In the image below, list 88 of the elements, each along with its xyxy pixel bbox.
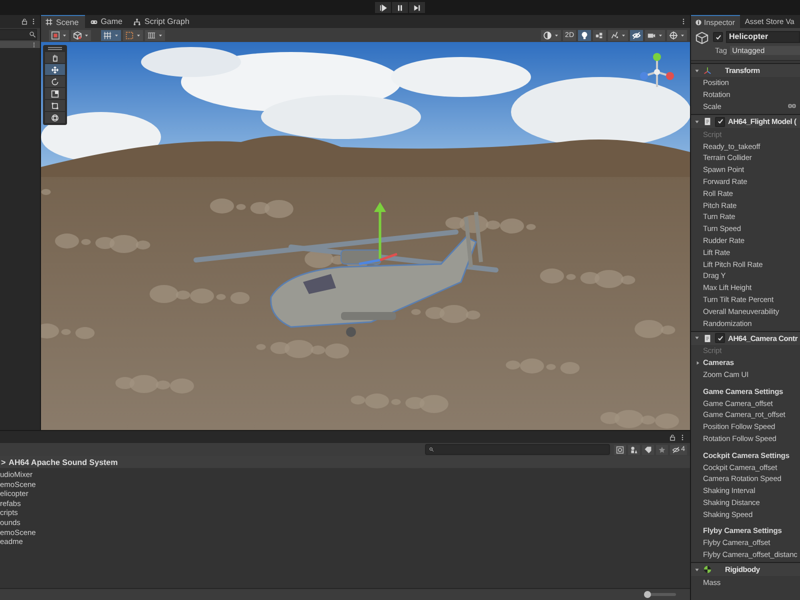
script-file-icon [703, 117, 712, 126]
lock-icon [669, 434, 676, 440]
search-field[interactable] [425, 444, 610, 455]
active-checkbox[interactable] [713, 32, 723, 42]
save-search-icon [616, 446, 624, 454]
caret-icon [84, 32, 89, 38]
eye-slash-icon [672, 446, 680, 454]
move-arrows-icon [51, 66, 59, 74]
gamepad-icon [90, 18, 98, 26]
caret-icon [680, 32, 685, 38]
play-icon [379, 4, 387, 12]
menu-icon [679, 434, 686, 440]
name-field[interactable]: Helicopter [726, 31, 800, 43]
transform-tool-icon [51, 114, 59, 122]
menu-icon [30, 18, 37, 25]
caret-icon [114, 32, 119, 38]
scale-icon [51, 90, 59, 98]
effects-icon [610, 30, 619, 40]
caret-icon [136, 32, 141, 38]
toolbar-button[interactable] [593, 30, 606, 40]
rigidbody-icon [703, 565, 712, 574]
play-button[interactable] [375, 2, 391, 13]
toolbar-button[interactable] [667, 30, 687, 40]
toolbar-button[interactable] [630, 30, 643, 40]
caret-icon [621, 32, 626, 38]
tool-button[interactable] [45, 100, 65, 111]
tool-button[interactable] [45, 64, 65, 75]
pause-button[interactable] [392, 2, 408, 13]
toolbar-button[interactable] [608, 30, 628, 40]
rect-tool-icon [51, 102, 59, 110]
grid-icon [45, 18, 53, 26]
axes-icon [703, 66, 712, 75]
toolbar-button[interactable] [101, 30, 121, 40]
search-icon [429, 447, 434, 452]
toolbar-button[interactable] [541, 30, 562, 40]
breadcrumb-item[interactable]: AH64 Apache Sound System [8, 458, 118, 466]
graph-icon [133, 18, 142, 26]
enable-checkbox[interactable] [715, 333, 725, 344]
pause-icon [396, 4, 404, 12]
grid-icon [103, 30, 112, 40]
step-icon [413, 4, 421, 12]
cube-icon [695, 31, 709, 45]
link-icon [788, 102, 796, 110]
toolbar-button[interactable] [578, 30, 591, 40]
tool-button[interactable] [45, 52, 65, 63]
step-button[interactable] [409, 2, 425, 13]
shapes-icon [630, 446, 638, 454]
toolbar-button[interactable] [49, 30, 69, 40]
hand-icon [51, 54, 59, 62]
caret-icon [554, 32, 560, 38]
breadcrumb-separator: > [1, 458, 6, 466]
light-bulb-icon [580, 30, 589, 40]
caret-icon [658, 32, 663, 38]
star-icon [658, 446, 666, 454]
label-filter-button[interactable] [642, 444, 654, 454]
camera-icon [647, 30, 656, 40]
favorites-button[interactable] [656, 444, 668, 454]
search-icon [29, 31, 36, 38]
tool-button[interactable] [45, 88, 65, 99]
tag-icon [644, 446, 652, 454]
lock-icon [21, 18, 28, 25]
slider-thumb[interactable] [644, 591, 651, 598]
cube-icon [73, 30, 82, 40]
scene-tab[interactable]: Scene [41, 15, 85, 28]
caret-icon [62, 32, 67, 38]
toolbar-button[interactable] [71, 30, 91, 40]
orientation-gizmo-icon [640, 53, 674, 88]
tool-button[interactable] [45, 76, 65, 87]
move-gizmo-icon [358, 202, 398, 266]
type-filter-button[interactable] [628, 444, 640, 454]
toolbar-button[interactable] [145, 30, 165, 40]
square-tool-icon [51, 30, 60, 40]
grid-icon [147, 30, 156, 40]
sphere-icon [543, 30, 552, 40]
toolbar-button[interactable] [645, 30, 665, 40]
dashed-square-icon [125, 30, 134, 40]
tool-button[interactable] [45, 112, 65, 123]
eye-slash-icon [632, 30, 641, 40]
search-filter-button[interactable] [614, 444, 626, 454]
drag-handle[interactable] [48, 47, 62, 50]
enable-checkbox[interactable] [715, 116, 725, 127]
info-icon [695, 18, 702, 26]
search-field[interactable] [0, 29, 37, 40]
script-file-icon [703, 334, 712, 343]
rotate-icon [51, 78, 59, 86]
menu-icon [680, 18, 687, 25]
caret-icon [158, 32, 163, 38]
crosshair-icon [669, 30, 678, 40]
